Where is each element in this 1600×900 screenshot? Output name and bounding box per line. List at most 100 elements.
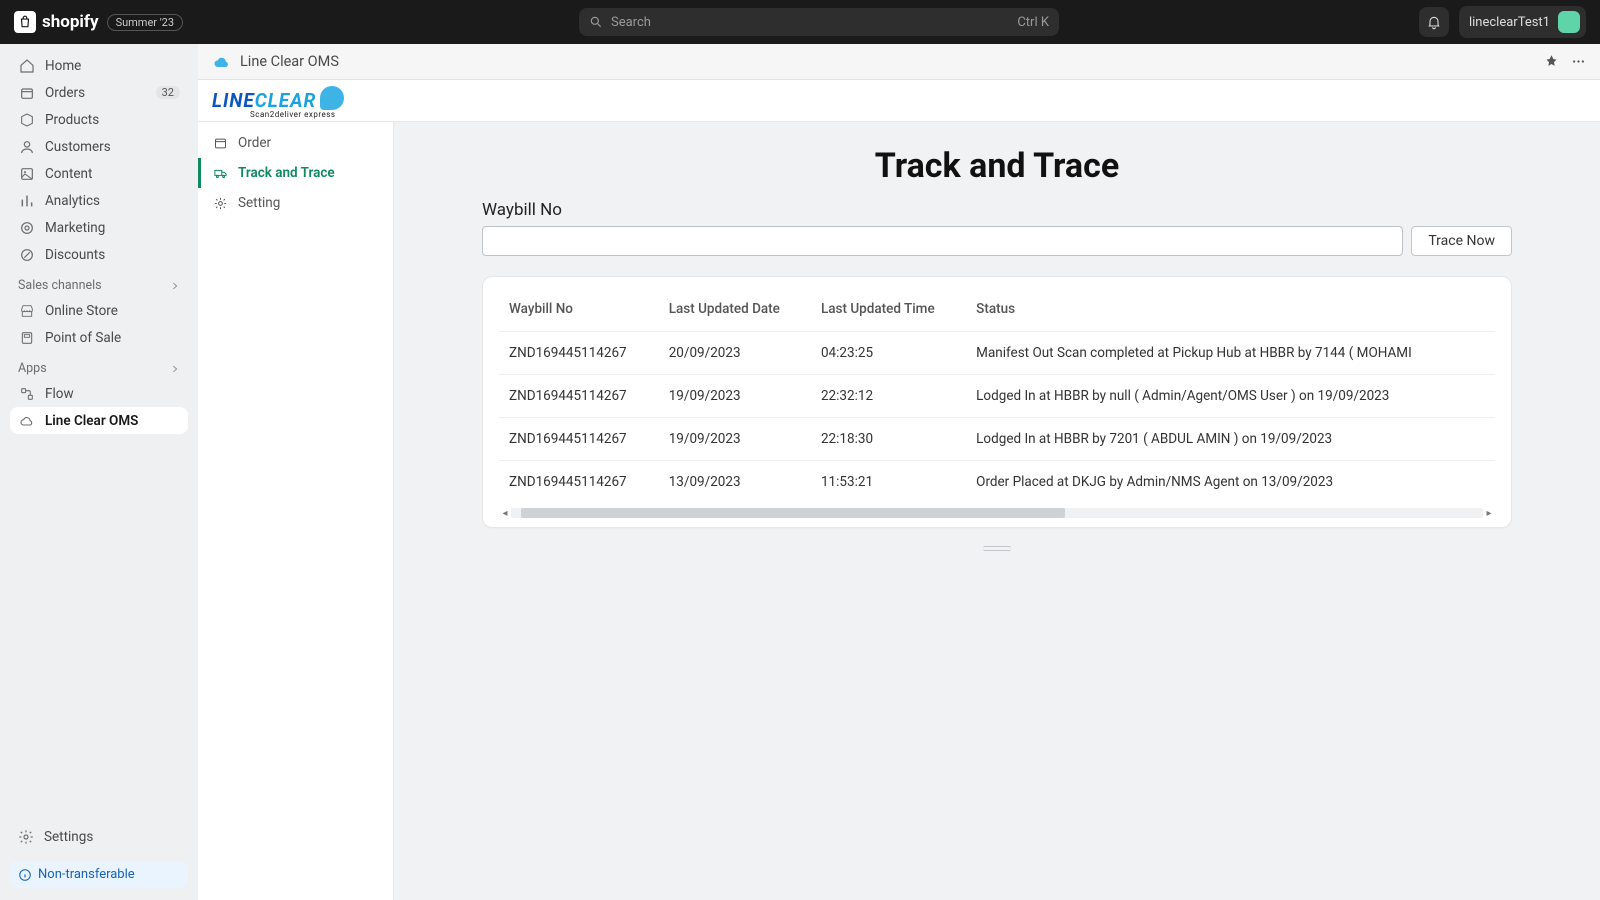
nav-orders[interactable]: Orders 32 [10, 79, 188, 106]
page-title: Track and Trace [434, 146, 1560, 186]
cell-date: 13/09/2023 [659, 461, 811, 504]
app-cloud-icon [212, 52, 232, 72]
nav-flow[interactable]: Flow [10, 380, 188, 407]
gear-icon [212, 195, 228, 211]
nav-home[interactable]: Home [10, 52, 188, 79]
col-waybill: Waybill No [499, 291, 659, 332]
nav-label: Content [45, 166, 92, 182]
brand-secondary: CLEAR [255, 89, 317, 112]
table-header-row: Waybill No Last Updated Date Last Update… [499, 291, 1495, 332]
nav-label: Orders [45, 85, 85, 101]
nav-content[interactable]: Content [10, 160, 188, 187]
info-icon [18, 868, 32, 882]
app-frame: Line Clear OMS LINECLEAR Scan2deliver ex… [198, 44, 1600, 900]
non-transferable-pill[interactable]: Non-transferable [10, 861, 188, 888]
cell-time: 22:32:12 [811, 375, 966, 418]
search-icon [589, 15, 603, 29]
search-wrap: Search Ctrl K [579, 8, 1059, 36]
cloud-icon [18, 412, 35, 429]
shopify-wordmark: shopify [42, 12, 99, 32]
nav-customers[interactable]: Customers [10, 133, 188, 160]
top-bar: shopify Summer '23 Search Ctrl K linecle… [0, 0, 1600, 44]
notifications-button[interactable] [1419, 7, 1449, 37]
nav-online-store[interactable]: Online Store [10, 297, 188, 324]
brand-cloud-icon [320, 86, 344, 110]
nav-label: Online Store [45, 303, 118, 319]
nav-label: Flow [45, 386, 74, 402]
waybill-label: Waybill No [482, 200, 1560, 220]
col-status: Status [966, 291, 1495, 332]
side-order[interactable]: Order [198, 128, 393, 158]
trace-now-button[interactable]: Trace Now [1411, 226, 1512, 256]
user-menu[interactable]: lineclearTest1 [1459, 6, 1586, 38]
order-icon [212, 135, 228, 151]
username: lineclearTest1 [1469, 15, 1550, 30]
shopify-logo[interactable]: shopify [14, 11, 99, 33]
cell-date: 19/09/2023 [659, 418, 811, 461]
nav-analytics[interactable]: Analytics [10, 187, 188, 214]
cell-waybill: ZND169445114267 [499, 375, 659, 418]
app-title-bar: Line Clear OMS [198, 44, 1600, 80]
orders-icon [18, 84, 35, 101]
shopify-bag-icon [14, 11, 36, 33]
products-icon [18, 111, 35, 128]
flow-icon [18, 385, 35, 402]
table-row: ZND16944511426719/09/202322:32:12Lodged … [499, 375, 1495, 418]
customers-icon [18, 138, 35, 155]
truck-icon [212, 165, 228, 181]
resize-handle-icon[interactable] [983, 546, 1011, 551]
waybill-input[interactable] [482, 226, 1403, 256]
footer-label: Non-transferable [38, 867, 135, 882]
nav-marketing[interactable]: Marketing [10, 214, 188, 241]
pin-icon[interactable] [1544, 54, 1559, 69]
cell-date: 20/09/2023 [659, 332, 811, 375]
store-icon [18, 302, 35, 319]
app-side-nav: Order Track and Trace Setting [198, 122, 394, 900]
app-title: Line Clear OMS [240, 53, 339, 70]
nav-discounts[interactable]: Discounts [10, 241, 188, 268]
search-placeholder: Search [611, 15, 651, 30]
horizontal-scrollbar[interactable]: ◂ ▸ [499, 507, 1495, 519]
nav-label: Discounts [45, 247, 105, 263]
more-icon[interactable] [1571, 54, 1586, 69]
scroll-track [511, 508, 1483, 518]
nav-label: Customers [45, 139, 111, 155]
nav-line-clear-oms[interactable]: Line Clear OMS [10, 407, 188, 434]
brand-main: LINE [212, 89, 255, 112]
col-date: Last Updated Date [659, 291, 811, 332]
nav-label: Products [45, 112, 99, 128]
side-setting[interactable]: Setting [198, 188, 393, 218]
cell-date: 19/09/2023 [659, 375, 811, 418]
side-track-and-trace[interactable]: Track and Trace [198, 158, 393, 188]
cell-status: Lodged In at HBBR by 7201 ( ABDUL AMIN )… [966, 418, 1495, 461]
nav-pos[interactable]: Point of Sale [10, 324, 188, 351]
section-label: Sales channels [18, 278, 102, 293]
cell-time: 22:18:30 [811, 418, 966, 461]
scroll-right-icon[interactable]: ▸ [1483, 508, 1495, 519]
app-brand-bar: LINECLEAR Scan2deliver express [198, 80, 1600, 122]
scroll-left-icon[interactable]: ◂ [499, 508, 511, 519]
search-shortcut: Ctrl K [1017, 15, 1049, 30]
table-row: ZND16944511426719/09/202322:18:30Lodged … [499, 418, 1495, 461]
table-row: ZND16944511426720/09/202304:23:25Manifes… [499, 332, 1495, 375]
orders-badge: 32 [156, 86, 180, 99]
brand-sub: Scan2deliver express [250, 110, 344, 119]
side-label: Order [238, 135, 271, 151]
cell-time: 04:23:25 [811, 332, 966, 375]
search-input[interactable]: Search Ctrl K [579, 8, 1059, 36]
marketing-icon [18, 219, 35, 236]
section-label: Apps [18, 361, 47, 376]
nav-products[interactable]: Products [10, 106, 188, 133]
cell-status: Lodged In at HBBR by null ( Admin/Agent/… [966, 375, 1495, 418]
chevron-right-icon [170, 364, 180, 374]
shopify-sidebar: Home Orders 32 Products Customers Conten… [0, 44, 198, 900]
avatar-icon [1558, 11, 1580, 33]
scroll-thumb[interactable] [521, 508, 1065, 518]
summer-badge: Summer '23 [107, 14, 183, 31]
sales-channels-header[interactable]: Sales channels [10, 268, 188, 297]
nav-settings[interactable]: Settings [10, 823, 188, 851]
bell-icon [1426, 14, 1442, 30]
apps-header[interactable]: Apps [10, 351, 188, 380]
cell-time: 11:53:21 [811, 461, 966, 504]
analytics-icon [18, 192, 35, 209]
